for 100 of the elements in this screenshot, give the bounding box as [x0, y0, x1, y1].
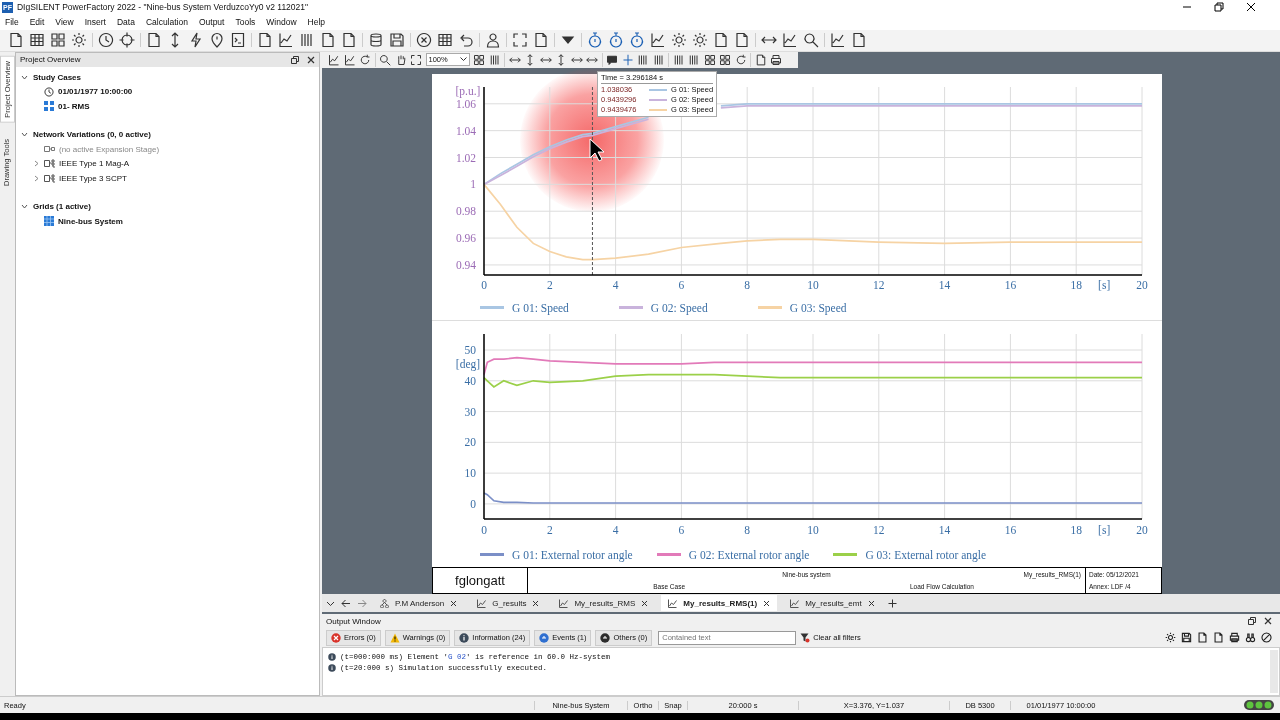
cancel-icon[interactable] — [416, 32, 432, 49]
table-icon[interactable] — [29, 32, 45, 49]
binoculars-icon[interactable] — [1245, 632, 1256, 644]
chevron-icon[interactable] — [21, 203, 28, 211]
menu-item[interactable]: Tools — [235, 17, 256, 28]
document-icon[interactable] — [257, 32, 273, 49]
speech-bubble-icon[interactable] — [606, 53, 618, 66]
magnifier-icon[interactable] — [379, 53, 391, 66]
prohibited-icon[interactable] — [1261, 632, 1272, 644]
tree-item[interactable]: IEEE Type 3 SCPT — [59, 173, 127, 183]
close-icon[interactable] — [1246, 2, 1256, 13]
clock-icon[interactable] — [98, 32, 114, 49]
refresh-icon[interactable] — [359, 53, 371, 66]
document-tab[interactable]: My_results_RMS — [552, 595, 656, 612]
close-icon[interactable] — [450, 599, 458, 607]
document-icon[interactable] — [1197, 632, 1208, 644]
document-icon[interactable] — [341, 32, 357, 49]
vertical-arrows-icon[interactable] — [555, 53, 567, 66]
pin-icon[interactable] — [209, 32, 225, 49]
float-window-icon[interactable] — [291, 55, 299, 64]
document-icon[interactable] — [8, 32, 24, 49]
close-icon[interactable] — [532, 599, 540, 607]
grid-icon[interactable] — [473, 53, 485, 66]
lightning-icon[interactable] — [188, 32, 204, 49]
tree-item[interactable]: 01/01/1977 10:00:00 — [58, 87, 133, 97]
vertical-lines-icon[interactable] — [652, 53, 665, 66]
stopwatch-icon[interactable] — [629, 32, 645, 49]
document-icon[interactable] — [713, 32, 729, 49]
tree-item[interactable]: IEEE Type 1 Mag-A — [59, 159, 130, 169]
fit-frame-icon[interactable] — [410, 53, 422, 66]
tree-section[interactable]: Study Cases — [33, 72, 82, 82]
document-tab[interactable]: My_results_emt — [783, 595, 882, 612]
vertical-lines-icon[interactable] — [637, 53, 649, 66]
gear-icon[interactable] — [692, 32, 708, 49]
close-icon[interactable] — [867, 599, 875, 607]
vertical-lines-icon[interactable] — [688, 53, 700, 66]
grid-icon[interactable] — [50, 32, 66, 49]
document-icon[interactable] — [1213, 632, 1224, 644]
menu-item[interactable]: Output — [198, 17, 225, 28]
forward-arrow-icon[interactable] — [357, 598, 367, 608]
document-icon[interactable] — [146, 32, 162, 49]
grid-icon[interactable] — [719, 53, 731, 66]
line-chart-icon[interactable] — [278, 32, 294, 49]
document-icon[interactable] — [754, 53, 767, 66]
save-icon[interactable] — [1181, 632, 1192, 644]
tree-section[interactable]: Grids (1 active) — [33, 202, 91, 212]
line-chart-icon[interactable] — [343, 53, 356, 66]
chevron-icon[interactable] — [21, 131, 28, 139]
menu-item[interactable]: Insert — [84, 17, 106, 28]
close-icon[interactable] — [1264, 617, 1272, 626]
tree-item[interactable]: (no active Expansion Stage) — [59, 144, 160, 154]
undo-icon[interactable] — [458, 32, 474, 49]
gear-icon[interactable] — [671, 32, 687, 49]
document-tab[interactable]: G_results — [470, 595, 547, 612]
menu-item[interactable]: Help — [307, 17, 326, 28]
gear-icon[interactable] — [1165, 632, 1176, 644]
line-chart-icon[interactable] — [830, 32, 846, 49]
vertical-lines-icon[interactable] — [488, 53, 501, 66]
menu-item[interactable]: Window — [266, 17, 297, 28]
line-chart-icon[interactable] — [782, 32, 798, 49]
back-arrow-icon[interactable] — [341, 598, 351, 608]
menu-item[interactable]: Edit — [29, 17, 45, 28]
add-tab-icon[interactable] — [887, 598, 897, 608]
document-icon[interactable] — [734, 32, 750, 49]
document-icon[interactable] — [320, 32, 336, 49]
close-icon[interactable] — [763, 599, 771, 607]
menu-item[interactable]: View — [55, 17, 74, 28]
printer-icon[interactable] — [770, 53, 782, 66]
stopwatch-icon[interactable] — [608, 32, 624, 49]
vertical-arrows-icon[interactable] — [524, 53, 536, 66]
line-chart-icon[interactable] — [650, 32, 666, 49]
refresh-icon[interactable] — [734, 53, 747, 66]
tree-item[interactable]: 01- RMS — [58, 101, 90, 111]
close-icon[interactable] — [641, 599, 649, 607]
tree-section[interactable]: Network Variations (0, 0 active) — [33, 130, 151, 140]
table-icon[interactable] — [437, 32, 453, 49]
line-chart-icon[interactable] — [328, 53, 340, 66]
magnifier-icon[interactable] — [803, 32, 819, 49]
menu-item[interactable]: Calculation — [145, 17, 188, 28]
stopwatch-icon[interactable] — [587, 32, 603, 49]
save-icon[interactable] — [389, 32, 405, 49]
grid-icon[interactable] — [703, 53, 716, 66]
printer-icon[interactable] — [1229, 632, 1240, 644]
crosshair-icon[interactable] — [119, 32, 135, 49]
document-tab[interactable]: My_results_RMS(1) — [661, 595, 778, 612]
document-icon[interactable] — [533, 32, 549, 49]
tree-item[interactable]: Nine-bus System — [58, 216, 123, 226]
gear-icon[interactable] — [71, 32, 87, 49]
vertical-lines-icon[interactable] — [672, 53, 685, 66]
close-icon[interactable] — [307, 55, 315, 64]
float-window-icon[interactable] — [1248, 617, 1256, 626]
terminal-icon[interactable] — [230, 32, 246, 49]
menu-item[interactable]: Data — [116, 17, 135, 28]
person-icon[interactable] — [485, 32, 501, 49]
restore-icon[interactable] — [1214, 2, 1224, 13]
document-icon[interactable] — [851, 32, 867, 49]
database-icon[interactable] — [368, 32, 384, 49]
menu-item[interactable]: File — [5, 17, 19, 28]
scrollbar[interactable] — [1270, 650, 1278, 694]
chevron-icon[interactable] — [21, 73, 28, 81]
